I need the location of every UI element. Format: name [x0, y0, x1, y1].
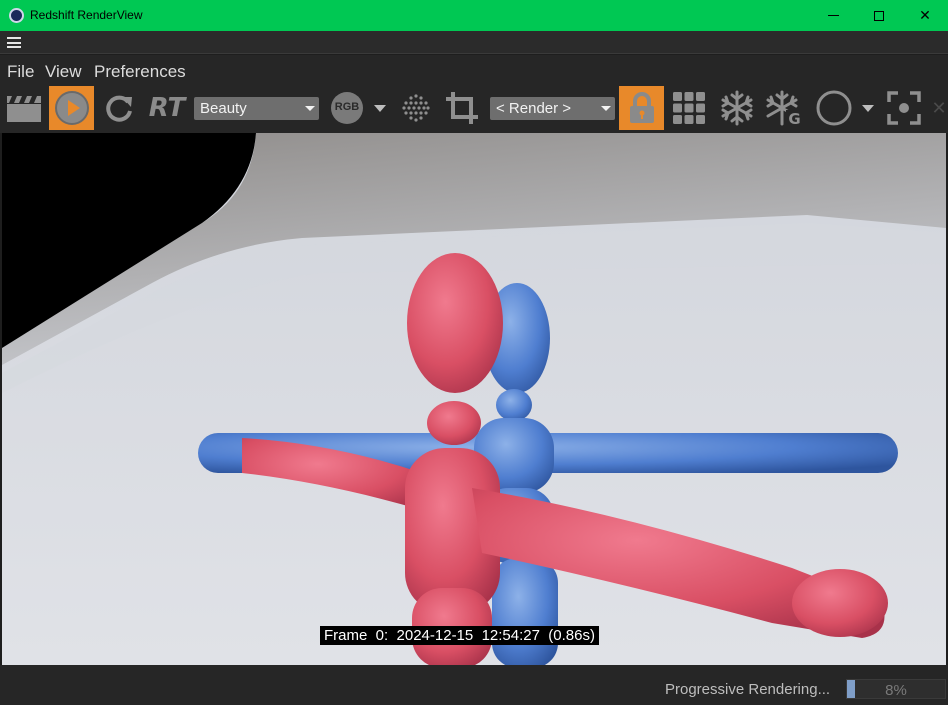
refresh-icon [106, 95, 132, 122]
color-options-dropdown[interactable] [858, 86, 878, 130]
clapperboard-button[interactable] [4, 86, 44, 130]
chevron-down-icon [601, 106, 611, 111]
minimize-icon [827, 15, 839, 16]
lock-camera-button[interactable] [619, 86, 664, 130]
toolbar-overflow-close[interactable]: ✕ [930, 86, 948, 130]
maximize-icon [874, 10, 884, 21]
close-button[interactable]: ✕ [902, 0, 948, 31]
status-bar: Progressive Rendering... 8% [0, 665, 948, 705]
status-text: Progressive Rendering... [665, 681, 831, 698]
lock-icon [629, 92, 654, 123]
rgb-options-dropdown[interactable] [370, 86, 390, 130]
focus-icon [887, 91, 921, 125]
aov-dropdown[interactable]: Beauty [194, 97, 319, 120]
grid-icon [673, 92, 705, 124]
render-progress-bar: 8% [846, 679, 946, 699]
bucket-grid-button[interactable] [670, 86, 708, 130]
dot-grid-icon [402, 94, 430, 122]
close-icon: ✕ [931, 97, 947, 118]
circle-icon [816, 90, 852, 126]
render-image [2, 133, 946, 665]
clapperboard-icon [7, 96, 41, 122]
toolbar: RT Beauty RGB < Render > G ✕ [0, 84, 948, 133]
window-title: Redshift RenderView [30, 8, 143, 22]
snowflake-icon [721, 90, 753, 126]
panel-menu-strip [0, 31, 948, 54]
crop-icon [446, 92, 478, 124]
rt-label: RT [148, 93, 186, 123]
svg-text:G: G [788, 110, 800, 126]
freeze-gi-button[interactable]: G [764, 86, 804, 130]
minimize-button[interactable] [810, 0, 856, 31]
redshift-app-icon [9, 8, 24, 23]
focus-picker-button[interactable] [882, 86, 926, 130]
camera-dropdown[interactable]: < Render > [490, 97, 615, 120]
progress-label: 8% [885, 682, 907, 699]
chevron-down-icon [374, 104, 386, 112]
menu-bar: File View Preferences [0, 55, 948, 84]
close-icon: ✕ [919, 7, 931, 23]
freeze-button[interactable] [718, 86, 756, 130]
color-picker-button[interactable] [814, 86, 854, 130]
menu-preferences[interactable]: Preferences [94, 62, 186, 82]
crop-button[interactable] [442, 86, 482, 130]
camera-dropdown-value: < Render > [496, 100, 572, 117]
frame-info-label: Frame 0: 2024-12-15 12:54:27 (0.86s) [320, 626, 599, 645]
refresh-button[interactable] [101, 86, 137, 130]
menu-file[interactable]: File [7, 62, 34, 82]
play-icon [54, 91, 89, 125]
render-play-button[interactable] [49, 86, 94, 130]
snowflake-g-icon: G [766, 90, 803, 126]
title-bar: Redshift RenderView ✕ [0, 0, 948, 31]
aov-dropdown-value: Beauty [200, 100, 247, 117]
rgb-channel-button[interactable]: RGB [328, 86, 366, 130]
sampling-button[interactable] [398, 86, 434, 130]
hamburger-menu-icon[interactable] [7, 37, 21, 48]
maximize-button[interactable] [856, 0, 902, 31]
menu-view[interactable]: View [45, 62, 82, 82]
rgb-badge-label: RGB [334, 101, 360, 113]
chevron-down-icon [305, 106, 315, 111]
chevron-down-icon [862, 104, 874, 112]
realtime-button[interactable]: RT [146, 86, 188, 130]
render-viewport[interactable]: Frame 0: 2024-12-15 12:54:27 (0.86s) [2, 133, 946, 665]
